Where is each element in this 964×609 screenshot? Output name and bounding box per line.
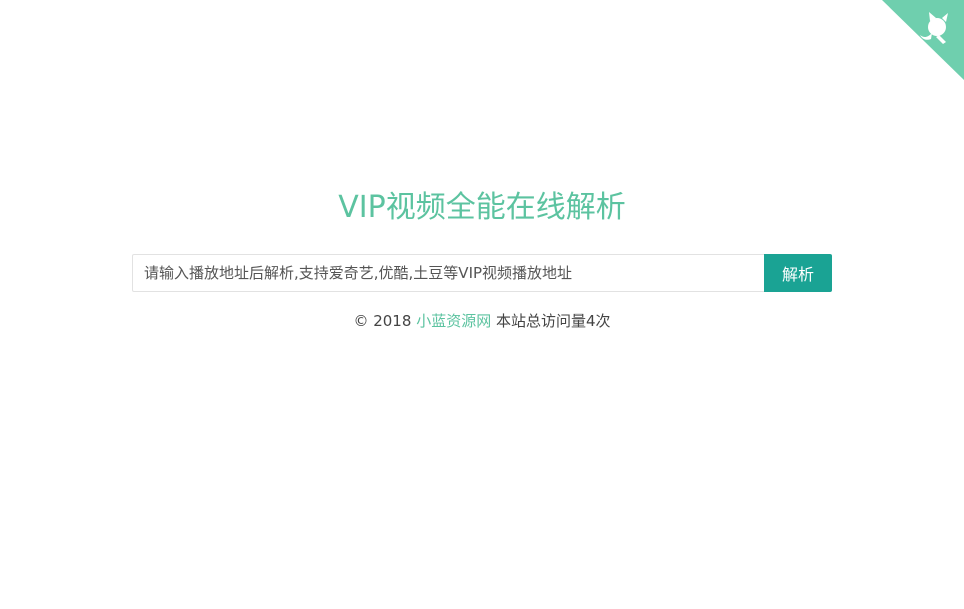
site-link[interactable]: 小蓝资源网 xyxy=(416,312,491,330)
github-cat-icon xyxy=(882,0,964,80)
page-title: VIP视频全能在线解析 xyxy=(338,190,626,225)
url-input[interactable] xyxy=(132,254,764,292)
github-corner-link[interactable] xyxy=(882,0,964,80)
copyright-text: © 2018 xyxy=(353,312,412,330)
page: VIP视频全能在线解析 解析 © 2018 小蓝资源网 本站总访问量4次 xyxy=(0,0,964,609)
search-form: 解析 xyxy=(132,254,832,292)
footer: © 2018 小蓝资源网 本站总访问量4次 xyxy=(0,310,964,332)
parse-button[interactable]: 解析 xyxy=(764,254,832,292)
visit-count-text: 本站总访问量4次 xyxy=(495,312,611,330)
